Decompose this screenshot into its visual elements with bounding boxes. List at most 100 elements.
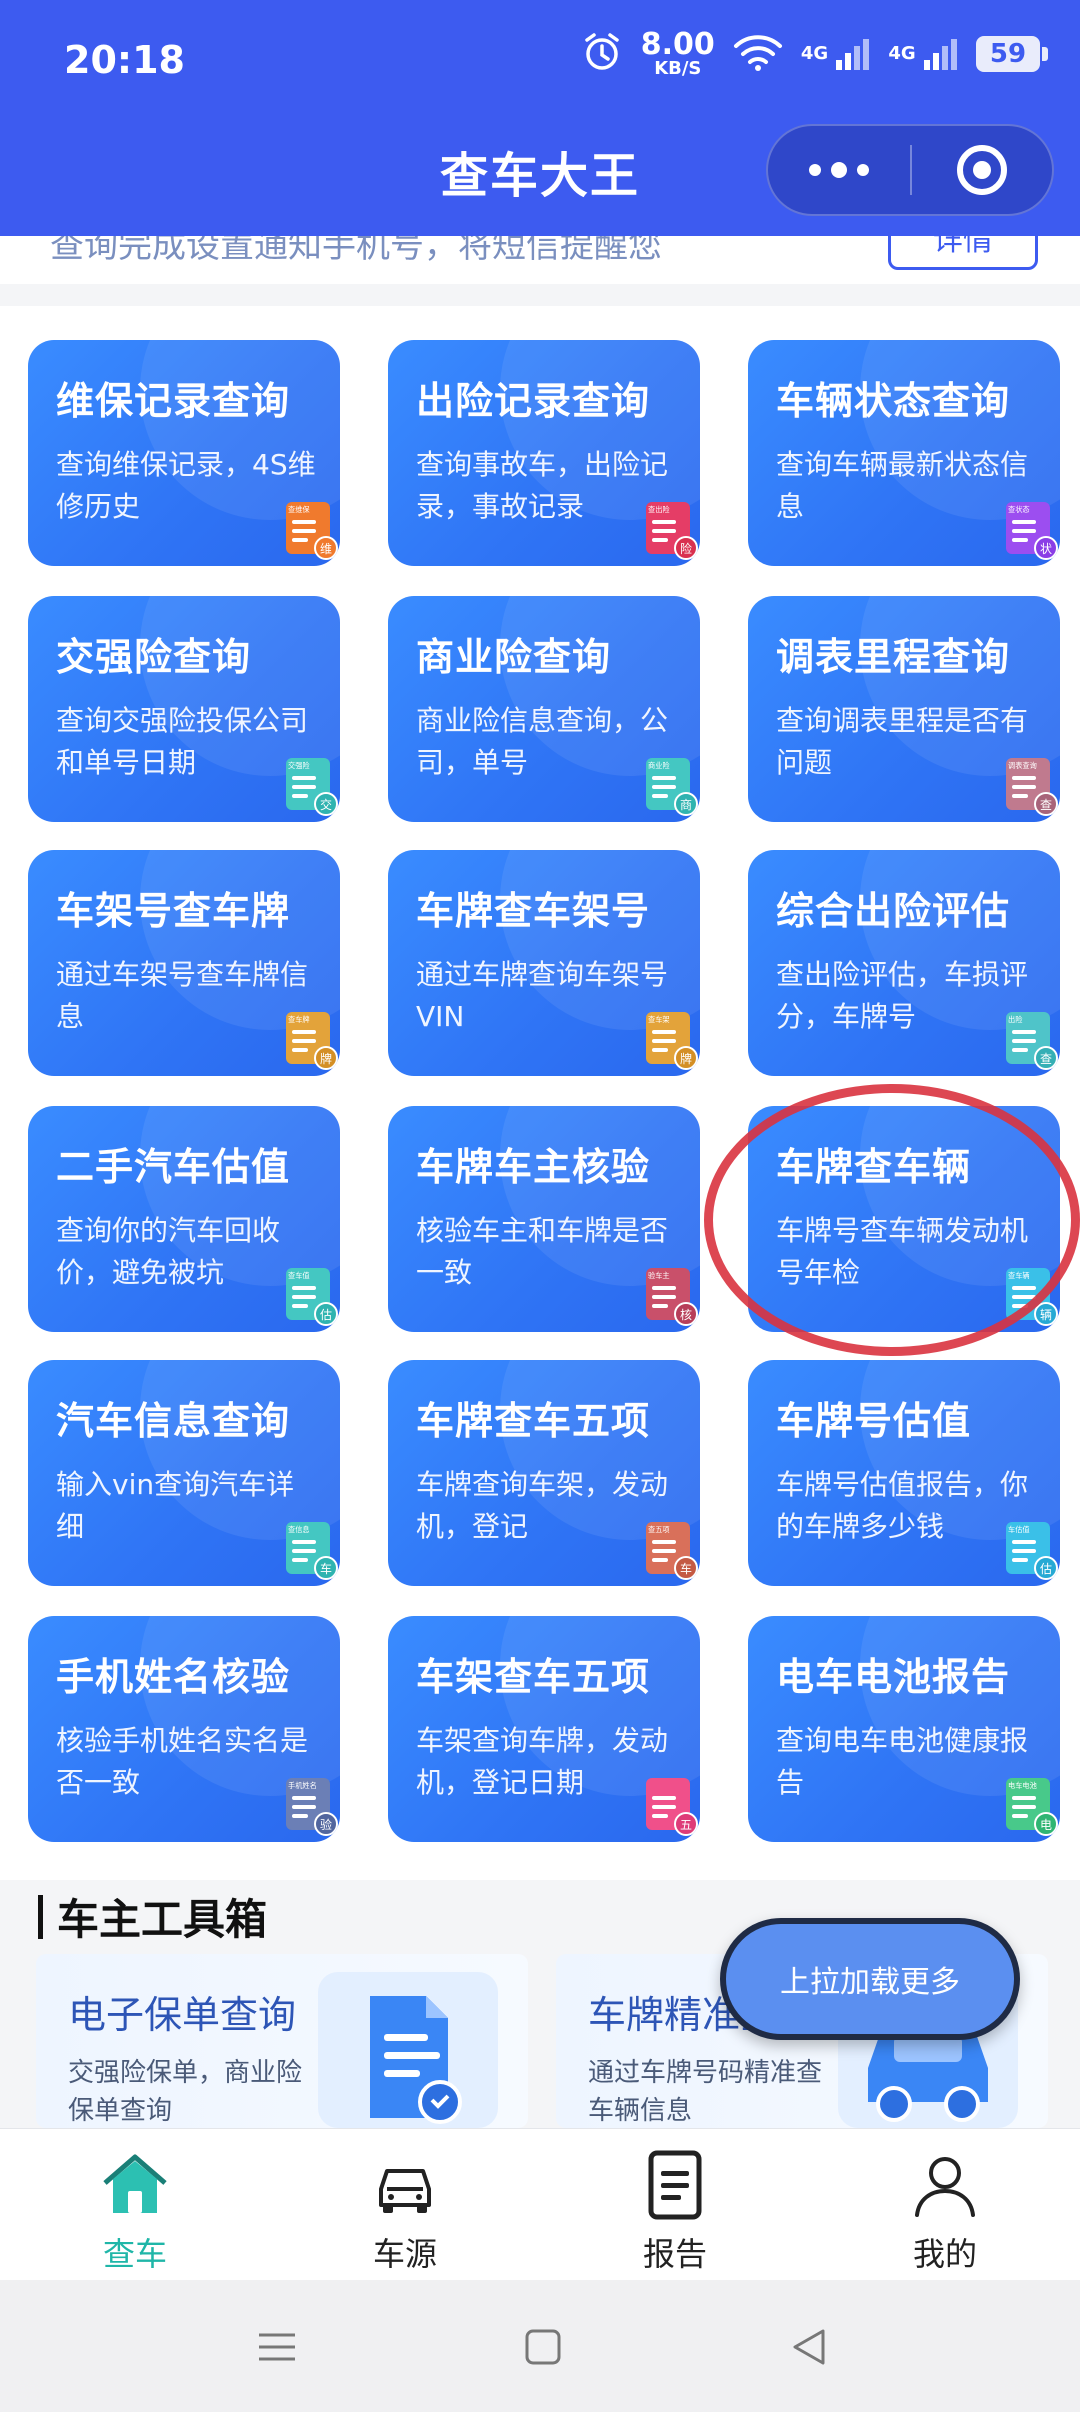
service-card[interactable]: 车辆状态查询 查询车辆最新状态信息 查状态状: [748, 340, 1060, 566]
icon-line: [292, 1558, 308, 1562]
tab-car-source[interactable]: 车源: [270, 2129, 540, 2280]
service-card[interactable]: 车牌查车辆 车牌号查车辆发动机号年检 查车辆辆: [748, 1106, 1060, 1332]
load-more-button[interactable]: 上拉加载更多: [720, 1918, 1020, 2040]
network-type-2: 4G: [888, 43, 916, 64]
service-card[interactable]: 综合出险评估 查出险评估，车损评分，车牌号 出险查: [748, 850, 1060, 1076]
service-card-desc: 查询调表里程是否有问题: [776, 704, 1029, 779]
service-card-title: 二手汽车估值: [56, 1145, 291, 1189]
tab-check-car[interactable]: 查车: [0, 2129, 270, 2280]
tab-mine[interactable]: 我的: [810, 2129, 1080, 2280]
service-card[interactable]: 车牌号估值车牌号估值报告，你的车牌多少钱 车估值估: [748, 1360, 1060, 1586]
service-card-desc: 查出险评估，车损评分，车牌号: [776, 958, 1029, 1033]
icon-line: [292, 1805, 316, 1809]
banner-detail-button[interactable]: 详情: [888, 236, 1038, 270]
icon-badge: 电: [1034, 1812, 1058, 1836]
service-card[interactable]: 交强险查询 查询交强险投保公司和单号日期 交强险交: [28, 596, 340, 822]
icon-line: [1012, 1304, 1028, 1308]
icon-badge: 险: [674, 536, 698, 560]
document-icon: 出险查: [1006, 1012, 1058, 1070]
icon-line: [652, 1039, 676, 1043]
service-card-title: 车牌查车五项: [416, 1399, 651, 1443]
service-card[interactable]: 出险记录查询 查询事故车，出险记录，事故记录 查出险险: [388, 340, 700, 566]
icon-line: [652, 529, 676, 533]
signal-icon: 4G: [801, 36, 871, 72]
icon-label: 查五项: [648, 1525, 670, 1534]
icon-line: [292, 1549, 316, 1553]
document-icon: 查状态状: [1006, 502, 1058, 560]
service-card[interactable]: 车架查车五项 车架查询车牌，发动机，登记日期五: [388, 1616, 700, 1842]
icon-line: [1012, 529, 1036, 533]
service-card[interactable]: 车牌查车五项 车牌查询车架，发动机，登记 查五项车: [388, 1360, 700, 1586]
service-card[interactable]: 二手汽车估值 查询你的汽车回收价，避免被坑 查车值估: [28, 1106, 340, 1332]
status-icons: 8.00 KB/S 4G 4G 59: [581, 30, 1048, 78]
document-icon: 调表查询查: [1006, 758, 1058, 816]
service-card[interactable]: 车牌车主核验 核验车主和车牌是否一致 验车主核: [388, 1106, 700, 1332]
service-card[interactable]: 汽车信息查询 输入vin查询汽车详细 查信息车: [28, 1360, 340, 1586]
service-card[interactable]: 车架号查车牌 通过车架号查车牌信息 查车牌牌: [28, 850, 340, 1076]
icon-line: [652, 538, 668, 542]
icon-badge: 估: [1034, 1556, 1058, 1580]
tab-label: 我的: [912, 2235, 977, 2273]
tab-report[interactable]: 报告: [540, 2129, 810, 2280]
icon-badge: 维: [314, 536, 338, 560]
icon-line: [292, 1295, 316, 1299]
document-icon: 手机姓名验: [286, 1778, 338, 1836]
menu-icon[interactable]: [250, 2320, 304, 2374]
document-icon: 电车电池电: [1006, 1778, 1058, 1836]
icon-line: [1012, 794, 1028, 798]
document-icon: 五: [646, 1778, 698, 1836]
document-icon: 查出险险: [646, 502, 698, 560]
icon-label: 验车主: [648, 1271, 670, 1280]
service-card-desc: 车牌查询车架，发动机，登记: [416, 1468, 669, 1543]
document-icon: 车估值估: [1006, 1522, 1058, 1580]
more-dots-icon[interactable]: [768, 126, 910, 214]
icon-line: [1012, 1286, 1036, 1290]
icon-line: [292, 1814, 308, 1818]
toolbox-section-title: 车主工具箱: [38, 1886, 267, 1947]
service-card[interactable]: 电车电池报告 查询电车电池健康报告 电车电池电: [748, 1616, 1060, 1842]
tab-label: 报告: [642, 2235, 707, 2273]
signal-icon: 4G: [888, 36, 958, 72]
banner-text: 查询完成设置通知手机号，将短信提醒您: [50, 236, 662, 266]
bottom-tab-bar: 查车 车源 报告 我的: [0, 2128, 1080, 2280]
target-circle-icon[interactable]: [912, 126, 1052, 214]
document-icon: 查维保维: [286, 502, 338, 560]
network-speed: 8.00 KB/S: [641, 30, 715, 78]
icon-line: [652, 794, 668, 798]
wifi-icon: [733, 32, 783, 76]
service-card[interactable]: 维保记录查询 查询维保记录，4S维修历史 查维保维: [28, 340, 340, 566]
icon-line: [292, 529, 316, 533]
service-card[interactable]: 调表里程查询查询调表里程是否有问题 调表查询查: [748, 596, 1060, 822]
status-time: 20:18: [64, 38, 185, 82]
icon-line: [652, 1805, 676, 1809]
back-icon[interactable]: [782, 2320, 836, 2374]
service-card-title: 调表里程查询: [776, 635, 1011, 679]
service-card[interactable]: 车牌查车架号 通过车牌查询车架号VIN 查车架牌: [388, 850, 700, 1076]
service-card[interactable]: 商业险查询 商业险信息查询，公司，单号 商业险商: [388, 596, 700, 822]
icon-label: 手机姓名: [288, 1781, 317, 1790]
icon-line: [292, 1039, 316, 1043]
icon-line: [652, 1549, 676, 1553]
service-card-desc: 核验手机姓名实名是否一致: [56, 1724, 309, 1799]
icon-line: [1012, 1549, 1036, 1553]
document-icon: [318, 1972, 498, 2128]
icon-badge: 牌: [314, 1046, 338, 1070]
service-card-desc: 通过车架号查车牌信息: [56, 958, 309, 1033]
icon-line: [1012, 1030, 1036, 1034]
tool-card-e-policy[interactable]: 电子保单查询 交强险保单，商业险保单查询: [36, 1954, 528, 2128]
icon-line: [292, 776, 316, 780]
home-square-icon[interactable]: [516, 2320, 570, 2374]
service-card-title: 车牌号估值: [776, 1399, 972, 1443]
speed-unit: KB/S: [654, 58, 702, 79]
service-card-desc: 车牌号估值报告，你的车牌多少钱: [776, 1468, 1029, 1543]
service-card-title: 车牌查车架号: [416, 889, 651, 933]
icon-label: 查车牌: [288, 1015, 310, 1024]
network-type-1: 4G: [800, 43, 829, 64]
icon-badge: 状: [1034, 536, 1058, 560]
icon-line: [652, 785, 676, 789]
icon-line: [1012, 1048, 1028, 1052]
service-card[interactable]: 手机姓名核验 核验手机姓名实名是否一致 手机姓名验: [28, 1616, 340, 1842]
service-card-title: 出险记录查询: [416, 379, 651, 423]
icon-label: 车估值: [1008, 1525, 1030, 1534]
icon-label: 查信息: [288, 1525, 310, 1534]
